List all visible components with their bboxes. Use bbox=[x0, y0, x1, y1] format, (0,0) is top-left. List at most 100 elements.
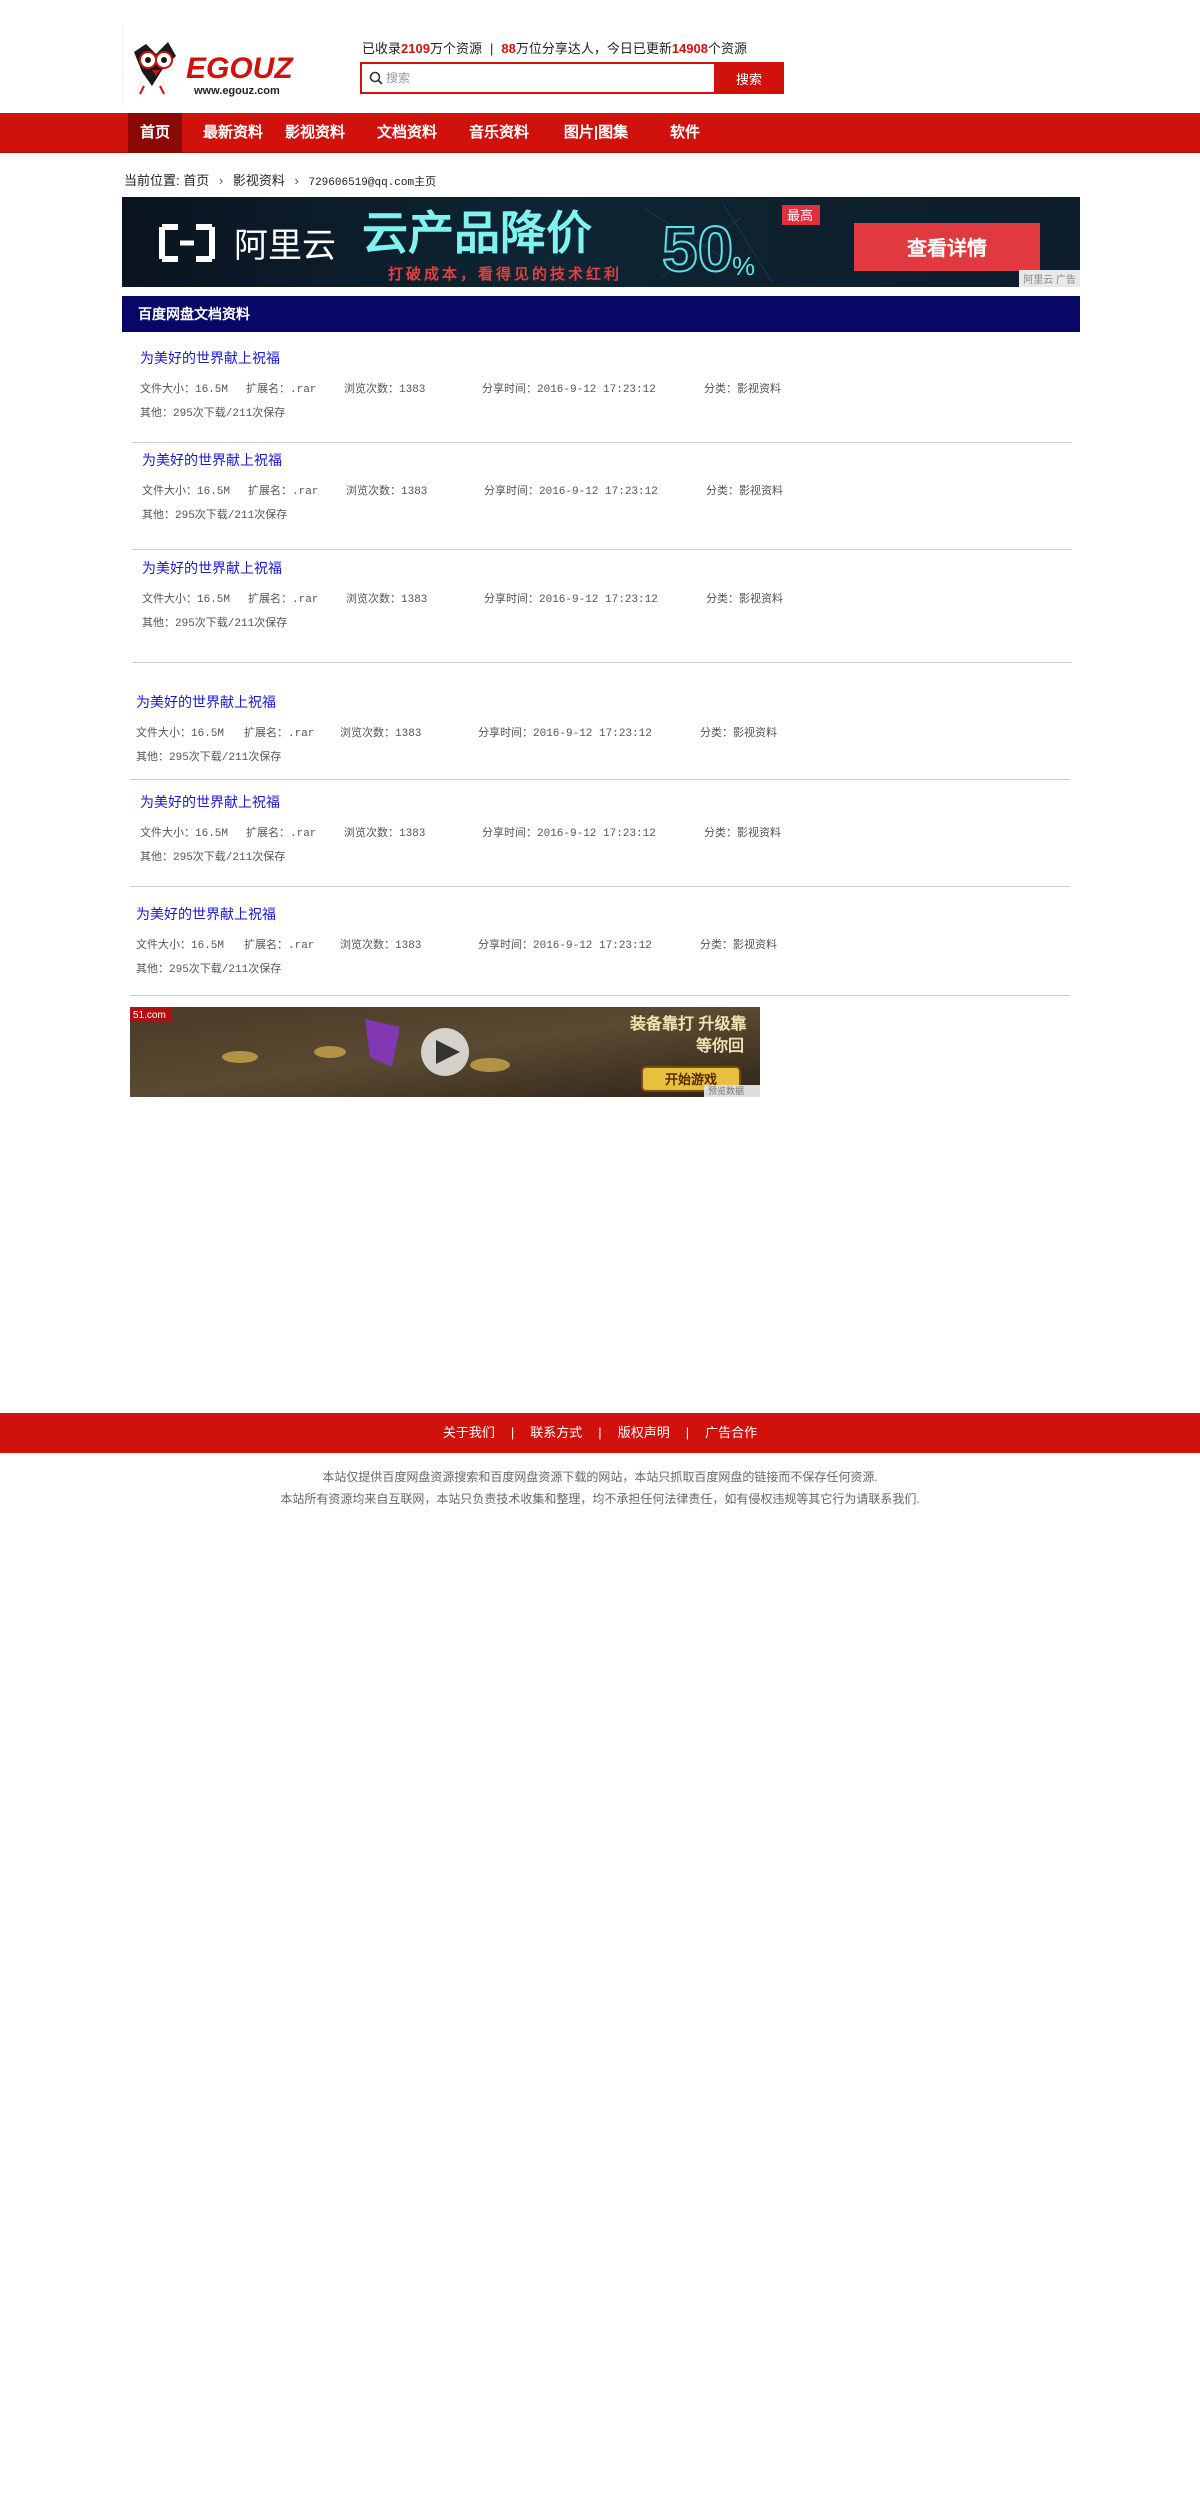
item-category: 分类：影视资料 bbox=[704, 828, 781, 840]
search-button[interactable]: 搜索 bbox=[714, 62, 784, 94]
game-ad-slogan2: 等你回 bbox=[695, 1036, 744, 1055]
item-title-link[interactable]: 为美好的世界献上祝福 bbox=[136, 904, 1070, 924]
page: EGOUZ www.egouz.com 已收录2109万个资源 | 88万位分享达人… bbox=[0, 0, 1200, 2500]
game-video-ad[interactable]: 51.com 装备靠打 升级靠 等你回 开始游戏 预览数据 bbox=[130, 1007, 760, 1097]
footer-divider: | bbox=[598, 1425, 602, 1440]
item-size: 文件大小：16.5M bbox=[136, 940, 225, 952]
nav-item-docs[interactable]: 文档资料 bbox=[370, 113, 444, 153]
footer-link-about[interactable]: 关于我们 bbox=[443, 1425, 495, 1440]
item-views: 浏览次数：1383 bbox=[340, 728, 422, 740]
item-time: 分享时间：2016-9-12 17:23:12 bbox=[484, 486, 658, 498]
users-suffix: 万位分享达人，今日已更新 bbox=[515, 41, 672, 56]
item-other: 其他：295次下载/211次保存 bbox=[140, 408, 286, 420]
aliyun-logo-icon bbox=[159, 224, 215, 262]
game-ad-slogan: 装备靠打 升级靠 bbox=[629, 1014, 746, 1033]
nav-item-music[interactable]: 音乐资料 bbox=[462, 113, 536, 153]
resource-count: 2109 bbox=[401, 41, 430, 56]
footer-divider: | bbox=[510, 1425, 515, 1440]
nav-item-latest[interactable]: 最新资料 bbox=[196, 113, 270, 153]
item-ext: 扩展名：.rar bbox=[248, 486, 319, 498]
game-ad-site: 51.com bbox=[133, 1010, 166, 1021]
item-ext: 扩展名：.rar bbox=[246, 828, 317, 840]
list-item: 为美好的世界献上祝福 文件大小：16.5M 扩展名：.rar 浏览次数：1383… bbox=[132, 450, 1072, 550]
main-nav: 首页 最新资料 影视资料 文档资料 音乐资料 图片|图集 软件 bbox=[0, 113, 1200, 153]
banner-cta-label: 查看详情 bbox=[907, 236, 987, 260]
banner-brand: 阿里云 bbox=[234, 227, 336, 265]
nav-item-home[interactable]: 首页 bbox=[128, 113, 182, 153]
breadcrumb: 当前位置: 首页 › 影视资料 › 729606519@qq.com主页 bbox=[124, 170, 436, 189]
item-other: 其他：295次下载/211次保存 bbox=[136, 752, 282, 764]
item-meta: 文件大小：16.5M 扩展名：.rar 浏览次数：1383 分享时间：2016-… bbox=[136, 724, 1070, 740]
chevron-right-icon: › bbox=[218, 173, 224, 188]
breadcrumb-category[interactable]: 影视资料 bbox=[233, 173, 285, 188]
ad-tag: 阿里云 广告 bbox=[1019, 270, 1080, 287]
item-title-link[interactable]: 为美好的世界献上祝福 bbox=[140, 792, 1070, 812]
item-time: 分享时间：2016-9-12 17:23:12 bbox=[478, 940, 652, 952]
item-views: 浏览次数：1383 bbox=[344, 384, 426, 396]
banner-subline: 打破成本，看得见的技术红利 bbox=[388, 265, 622, 283]
list-item: 为美好的世界献上祝福 文件大小：16.5M 扩展名：.rar 浏览次数：1383… bbox=[130, 792, 1070, 887]
item-other: 其他：295次下载/211次保存 bbox=[140, 852, 286, 864]
item-other: 其他：295次下载/211次保存 bbox=[142, 510, 288, 522]
item-size: 文件大小：16.5M bbox=[136, 728, 225, 740]
item-time: 分享时间：2016-9-12 17:23:12 bbox=[478, 728, 652, 740]
item-title-link[interactable]: 为美好的世界献上祝福 bbox=[142, 558, 1072, 578]
site-logo[interactable]: EGOUZ www.egouz.com bbox=[122, 24, 332, 110]
search-icon bbox=[369, 71, 383, 85]
footer-disclaimer-2: 本站所有资源均来自互联网，本站只负责技术收集和整理，均不承担任何法律责任，如有侵… bbox=[280, 1492, 920, 1506]
logo-wordmark: EGOUZ bbox=[186, 52, 294, 85]
item-views: 浏览次数：1383 bbox=[346, 594, 428, 606]
item-title-link[interactable]: 为美好的世界献上祝福 bbox=[142, 450, 1072, 470]
breadcrumb-current[interactable]: 729606519@qq.com主页 bbox=[308, 177, 436, 189]
game-ad-tag: 预览数据 bbox=[708, 1085, 744, 1096]
item-meta: 文件大小：16.5M 扩展名：.rar 浏览次数：1383 分享时间：2016-… bbox=[142, 482, 1072, 498]
stats-prefix: 已收录 bbox=[362, 41, 402, 56]
item-size: 文件大小：16.5M bbox=[142, 486, 231, 498]
logo-url: www.egouz.com bbox=[193, 85, 280, 97]
search-box: 搜索 bbox=[360, 62, 784, 94]
footer-bar: 关于我们 | 联系方式 | 版权声明 | 广告合作 bbox=[0, 1413, 1200, 1453]
item-other: 其他：295次下载/211次保存 bbox=[136, 964, 282, 976]
item-other: 其他：295次下载/211次保存 bbox=[142, 618, 288, 630]
list-item: 为美好的世界献上祝福 文件大小：16.5M 扩展名：.rar 浏览次数：1383… bbox=[132, 348, 1072, 443]
today-suffix: 个资源 bbox=[707, 41, 747, 56]
item-title-link[interactable]: 为美好的世界献上祝福 bbox=[136, 692, 1070, 712]
item-views: 浏览次数：1383 bbox=[346, 486, 428, 498]
footer-link-ads[interactable]: 广告合作 bbox=[705, 1425, 757, 1440]
item-title-link[interactable]: 为美好的世界献上祝福 bbox=[140, 348, 1072, 368]
banner-headline: 云产品降价 bbox=[362, 207, 592, 259]
item-category: 分类：影视资料 bbox=[700, 728, 777, 740]
footer-divider: | bbox=[685, 1425, 690, 1440]
resource-suffix: 万个资源 bbox=[429, 41, 482, 56]
breadcrumb-home[interactable]: 首页 bbox=[183, 173, 209, 188]
nav-item-software[interactable]: 软件 bbox=[662, 113, 708, 153]
footer-link-contact[interactable]: 联系方式 bbox=[530, 1425, 582, 1440]
item-category: 分类：影视资料 bbox=[706, 594, 783, 606]
footer-disclaimer-1: 本站仅提供百度网盘资源搜索和百度网盘资源下载的网站，本站只抓取百度网盘的链接而不… bbox=[322, 1470, 878, 1484]
breadcrumb-prefix: 当前位置: bbox=[124, 173, 180, 188]
chevron-right-icon: › bbox=[294, 173, 299, 188]
item-ext: 扩展名：.rar bbox=[244, 728, 315, 740]
footer-link-copyright[interactable]: 版权声明 bbox=[618, 1425, 670, 1440]
search-input[interactable] bbox=[386, 66, 716, 90]
item-category: 分类：影视资料 bbox=[704, 384, 781, 396]
list-item: 为美好的世界献上祝福 文件大小：16.5M 扩展名：.rar 浏览次数：1383… bbox=[130, 904, 1070, 996]
banner-percent-sign: % bbox=[732, 251, 755, 281]
item-views: 浏览次数：1383 bbox=[344, 828, 426, 840]
item-meta: 文件大小：16.5M 扩展名：.rar 浏览次数：1383 分享时间：2016-… bbox=[140, 824, 1070, 840]
item-time: 分享时间：2016-9-12 17:23:12 bbox=[484, 594, 658, 606]
nav-item-video[interactable]: 影视资料 bbox=[278, 113, 352, 153]
item-category: 分类：影视资料 bbox=[706, 486, 783, 498]
users-count: 88 bbox=[501, 41, 516, 56]
site-stats: 已收录2109万个资源 | 88万位分享达人，今日已更新14908个资源 bbox=[362, 38, 747, 57]
stats-divider: | bbox=[489, 41, 494, 56]
item-ext: 扩展名：.rar bbox=[246, 384, 317, 396]
item-meta: 文件大小：16.5M 扩展名：.rar 浏览次数：1383 分享时间：2016-… bbox=[136, 936, 1070, 952]
item-ext: 扩展名：.rar bbox=[248, 594, 319, 606]
item-time: 分享时间：2016-9-12 17:23:12 bbox=[482, 828, 656, 840]
item-size: 文件大小：16.5M bbox=[140, 384, 229, 396]
item-meta: 文件大小：16.5M 扩展名：.rar 浏览次数：1383 分享时间：2016-… bbox=[140, 380, 1072, 396]
item-time: 分享时间：2016-9-12 17:23:12 bbox=[482, 384, 656, 396]
nav-item-images[interactable]: 图片|图集 bbox=[556, 113, 636, 153]
aliyun-banner-ad[interactable]: 阿里云 云产品降价 50 % 最高 打破成本，看得见的技术红利 查看详情 阿里云… bbox=[122, 197, 1080, 287]
